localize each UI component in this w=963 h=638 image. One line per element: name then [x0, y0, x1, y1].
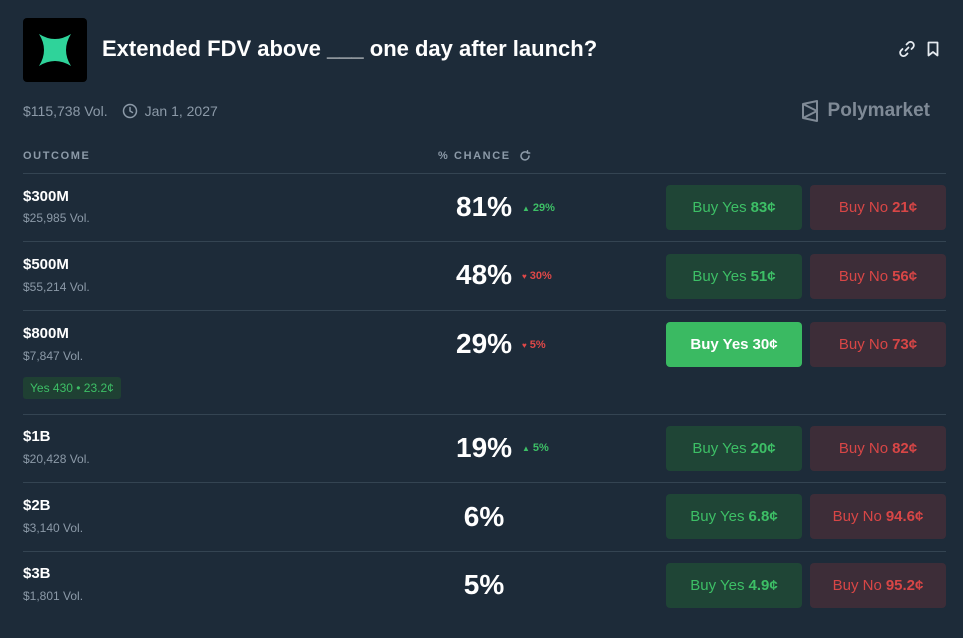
buy-yes-label: Buy Yes: [690, 508, 745, 525]
buy-no-price: 94.6¢: [885, 508, 924, 525]
outcome-name: $1B: [23, 428, 51, 445]
buy-yes-label: Buy Yes: [690, 336, 749, 353]
market-meta: $115,738 Vol. Jan 1, 2027: [23, 103, 218, 119]
up-triangle-icon: ▲: [522, 203, 530, 213]
outcome-row: $300M $25,985 Vol. 81% ▲ 29% Buy Yes 83¢…: [23, 174, 946, 241]
market-end-date: Jan 1, 2027: [144, 103, 218, 119]
outcome-volume: $7,847 Vol.: [23, 349, 84, 363]
buy-yes-button[interactable]: Buy Yes 30¢: [666, 322, 802, 367]
buy-no-label: Buy No: [838, 440, 889, 457]
buy-yes-label: Buy Yes: [692, 199, 747, 216]
outcome-name: $3B: [23, 565, 51, 582]
chance-delta: ♥ 30%: [522, 270, 552, 282]
market-volume: $115,738 Vol.: [23, 103, 108, 119]
bookmark-icon[interactable]: [924, 40, 942, 58]
buy-yes-price: 4.9¢: [748, 577, 778, 594]
buy-yes-price: 51¢: [750, 268, 776, 285]
delta-value: 5%: [529, 339, 546, 351]
outcome-volume: $3,140 Vol.: [23, 521, 84, 535]
delta-value: 30%: [529, 270, 552, 282]
outcome-name: $500M: [23, 256, 69, 273]
column-header-outcome: OUTCOME: [23, 150, 91, 162]
buy-no-button[interactable]: Buy No 73¢: [810, 322, 946, 367]
delta-value: 5%: [532, 442, 549, 454]
outcome-chance: 48%: [456, 259, 513, 290]
buy-yes-button[interactable]: Buy Yes 6.8¢: [666, 494, 802, 539]
market-header: Extended FDV above ___ one day after lau…: [23, 18, 940, 82]
buy-yes-price: 6.8¢: [748, 508, 778, 525]
outcome-row: $800M $7,847 Vol. 29% ♥ 5% Buy Yes 30¢ B…: [23, 311, 946, 414]
polymarket-logo-icon: [801, 100, 818, 122]
chance-delta: ♥ 5%: [522, 339, 546, 351]
buy-yes-button[interactable]: Buy Yes 51¢: [666, 254, 802, 299]
buy-yes-button[interactable]: Buy Yes 4.9¢: [666, 563, 802, 608]
outcome-chance: 6%: [463, 501, 505, 532]
outcome-chance: 19%: [456, 432, 513, 463]
outcome-name: $300M: [23, 188, 69, 205]
clock-icon: [122, 103, 137, 119]
outcome-name: $2B: [23, 497, 51, 514]
outcome-chance: 81%: [456, 191, 513, 222]
buy-no-button[interactable]: Buy No 94.6¢: [810, 494, 946, 539]
buy-yes-label: Buy Yes: [690, 577, 745, 594]
chance-delta: ▲ 5%: [522, 442, 549, 454]
position-badge[interactable]: Yes 430 • 23.2¢: [23, 377, 121, 399]
down-heart-icon: ♥: [522, 271, 527, 281]
outcome-chance: 5%: [463, 569, 505, 600]
buy-no-price: 82¢: [892, 440, 918, 457]
buy-no-label: Buy No: [838, 199, 889, 216]
refresh-icon[interactable]: [519, 150, 531, 162]
outcome-volume: $20,428 Vol.: [23, 452, 90, 466]
buy-no-label: Buy No: [832, 508, 882, 525]
buy-no-price: 95.2¢: [885, 577, 924, 594]
buy-no-price: 21¢: [892, 199, 918, 216]
outcome-volume: $25,985 Vol.: [23, 211, 90, 225]
outcome-chance: 29%: [456, 328, 513, 359]
buy-no-price: 73¢: [892, 336, 918, 353]
link-icon[interactable]: [898, 40, 916, 58]
buy-yes-price: 83¢: [750, 199, 776, 216]
buy-no-button[interactable]: Buy No 21¢: [810, 185, 946, 230]
outcome-row: $500M $55,214 Vol. 48% ♥ 30% Buy Yes 51¢…: [23, 242, 946, 310]
outcome-name: $800M: [23, 325, 69, 342]
delta-value: 29%: [532, 202, 555, 214]
market-logo: [23, 18, 87, 82]
chance-delta: ▲ 29%: [522, 202, 555, 214]
market-title: Extended FDV above ___ one day after lau…: [102, 36, 598, 61]
column-header-chance-label: % CHANCE: [438, 150, 511, 162]
buy-yes-price: 20¢: [750, 440, 776, 457]
buy-no-price: 56¢: [892, 268, 918, 285]
buy-yes-button[interactable]: Buy Yes 20¢: [666, 426, 802, 471]
buy-no-label: Buy No: [832, 577, 882, 594]
buy-yes-label: Buy Yes: [692, 268, 747, 285]
up-triangle-icon: ▲: [522, 443, 530, 453]
outcome-row: $2B $3,140 Vol. 6% Buy Yes 6.8¢ Buy No 9…: [23, 483, 946, 551]
column-header-chance: % CHANCE: [438, 150, 531, 162]
buy-no-button[interactable]: Buy No 95.2¢: [810, 563, 946, 608]
buy-yes-price: 30¢: [752, 336, 778, 353]
outcome-row: $1B $20,428 Vol. 19% ▲ 5% Buy Yes 20¢ Bu…: [23, 415, 946, 482]
buy-yes-label: Buy Yes: [692, 440, 747, 457]
buy-no-button[interactable]: Buy No 56¢: [810, 254, 946, 299]
brand-name: Polymarket: [827, 100, 930, 121]
polymarket-brand: Polymarket: [800, 100, 930, 122]
buy-no-label: Buy No: [838, 336, 889, 353]
outcome-volume: $55,214 Vol.: [23, 280, 90, 294]
buy-no-button[interactable]: Buy No 82¢: [810, 426, 946, 471]
outcome-volume: $1,801 Vol.: [23, 589, 84, 603]
outcome-row: $3B $1,801 Vol. 5% Buy Yes 4.9¢ Buy No 9…: [23, 552, 946, 620]
buy-yes-button[interactable]: Buy Yes 83¢: [666, 185, 802, 230]
down-heart-icon: ♥: [522, 340, 527, 350]
buy-no-label: Buy No: [838, 268, 889, 285]
